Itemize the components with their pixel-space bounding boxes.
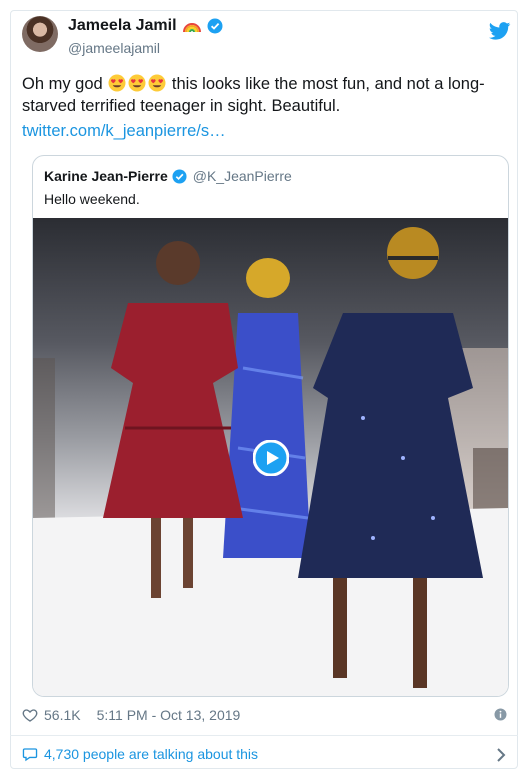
avatar[interactable] [22, 16, 58, 52]
quoted-text: Hello weekend. [44, 191, 140, 207]
info-icon[interactable] [494, 708, 507, 721]
divider [10, 735, 518, 736]
timestamp[interactable]: 5:11 PM - Oct 13, 2019 [97, 707, 241, 723]
author-row: Jameela Jamil [68, 17, 223, 35]
play-icon[interactable] [253, 440, 289, 476]
conversation-link[interactable]: 4,730 people are talking about this [22, 746, 258, 762]
heart-eyes-emoji-icon [108, 74, 126, 92]
quoted-author-row: Karine Jean-Pierre @K_JeanPierre [44, 168, 292, 184]
author-name[interactable]: Jameela Jamil [68, 17, 177, 35]
conversation-count: 4,730 people are talking about this [44, 746, 259, 762]
verified-badge-icon [207, 18, 223, 34]
rainbow-icon [182, 23, 201, 33]
twitter-bird-icon[interactable] [489, 22, 511, 40]
tweet-link[interactable]: twitter.com/k_jeanpierre/s… [22, 122, 226, 141]
quoted-author-handle: @K_JeanPierre [192, 168, 292, 184]
tweet-text: Oh my god this looks like the most fun, … [22, 73, 502, 117]
heart-icon[interactable] [22, 707, 38, 723]
heart-eyes-emoji-icon [128, 74, 146, 92]
quoted-author-name: Karine Jean-Pierre [44, 168, 168, 184]
chevron-right-icon[interactable] [496, 748, 506, 762]
video-thumbnail[interactable] [33, 218, 508, 696]
heart-eyes-emoji-icon [148, 74, 166, 92]
tweet-text-start: Oh my god [22, 75, 103, 93]
tweet-meta: 56.1K 5:11 PM - Oct 13, 2019 [22, 707, 240, 723]
like-count[interactable]: 56.1K [44, 707, 81, 723]
verified-badge-icon [172, 168, 187, 184]
comment-bubble-icon [22, 748, 38, 762]
author-handle[interactable]: @jameelajamil [68, 40, 160, 56]
quoted-tweet[interactable]: Karine Jean-Pierre @K_JeanPierre Hello w… [32, 155, 509, 697]
